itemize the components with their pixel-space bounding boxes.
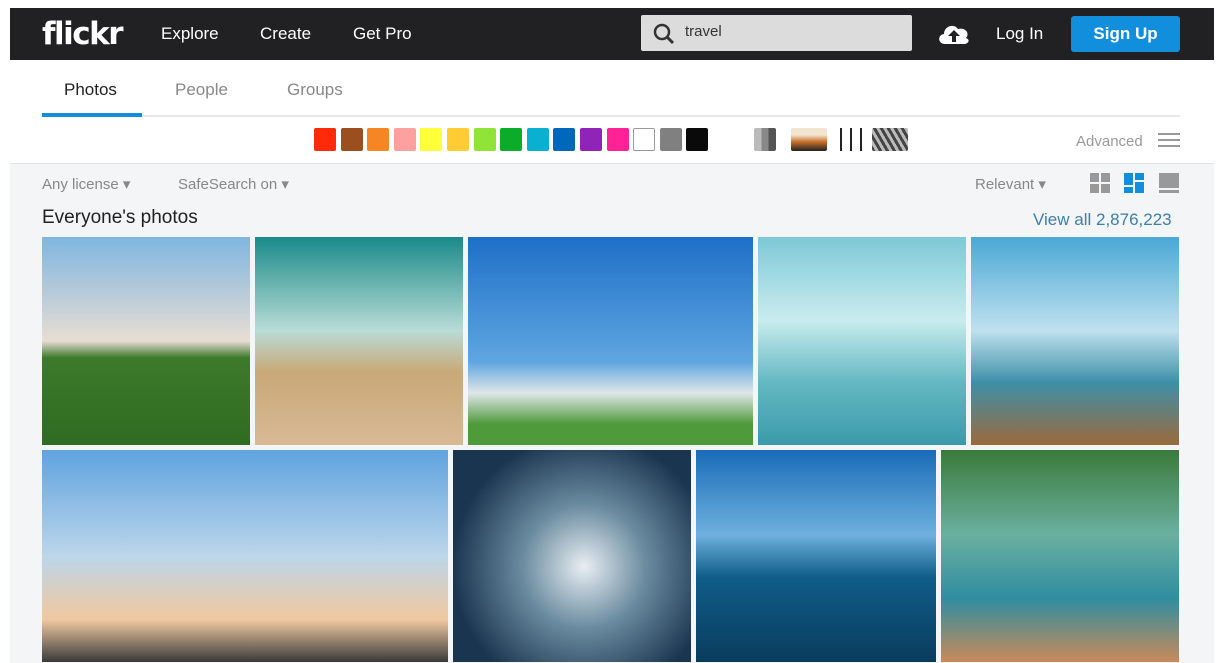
license-dropdown[interactable]: Any license ▾ xyxy=(42,175,130,193)
nav-create[interactable]: Create xyxy=(260,24,311,44)
color-filter-swatch[interactable] xyxy=(367,128,390,151)
color-filter-swatch[interactable] xyxy=(447,128,469,151)
tab-photos[interactable]: Photos xyxy=(64,80,117,100)
color-filter-swatch[interactable] xyxy=(393,128,416,151)
active-tab-indicator xyxy=(42,113,142,117)
photo-thumbnail[interactable] xyxy=(42,237,250,445)
sliders-icon[interactable] xyxy=(1158,130,1180,150)
color-filter-swatch[interactable] xyxy=(526,128,549,151)
color-filter-swatch[interactable] xyxy=(420,128,443,151)
section-title: Everyone's photos xyxy=(42,207,198,228)
login-link[interactable]: Log In xyxy=(996,24,1043,44)
safesearch-label: SafeSearch on xyxy=(178,176,278,193)
color-filter-swatch[interactable] xyxy=(314,128,336,151)
photo-thumbnail[interactable] xyxy=(758,237,966,445)
sort-label: Relevant xyxy=(975,176,1035,193)
photo-thumbnail[interactable] xyxy=(255,237,463,445)
color-filter-swatch[interactable] xyxy=(500,128,523,151)
color-filter-swatch[interactable] xyxy=(340,128,363,151)
top-nav: flickr Explore Create Get Pro Log In Sig… xyxy=(10,8,1214,60)
photo-thumbnail[interactable] xyxy=(971,237,1179,445)
photo-thumbnail[interactable] xyxy=(696,450,936,662)
tab-people[interactable]: People xyxy=(175,80,228,100)
style-patterns[interactable] xyxy=(872,128,908,151)
justified-view-icon[interactable] xyxy=(1124,173,1144,193)
nav-get-pro[interactable]: Get Pro xyxy=(353,24,412,44)
color-filter-swatch[interactable] xyxy=(633,128,656,151)
search-input[interactable] xyxy=(685,23,895,40)
color-filter-swatch[interactable] xyxy=(686,128,709,151)
photo-thumbnail[interactable] xyxy=(42,450,448,662)
tab-groups[interactable]: Groups xyxy=(287,80,343,100)
safesearch-dropdown[interactable]: SafeSearch on ▾ xyxy=(178,175,289,193)
photo-thumbnail[interactable] xyxy=(941,450,1179,662)
license-label: Any license xyxy=(42,176,119,193)
style-black-and-white[interactable] xyxy=(754,128,776,151)
grid-view-icon[interactable] xyxy=(1090,173,1110,193)
color-filter-swatch[interactable] xyxy=(606,128,629,151)
color-filter-swatch[interactable] xyxy=(659,128,682,151)
color-filter-swatch[interactable] xyxy=(580,128,602,151)
flickr-logo[interactable]: flickr xyxy=(42,16,124,52)
large-view-icon[interactable] xyxy=(1159,173,1179,193)
style-minimalist[interactable] xyxy=(832,128,868,151)
photo-thumbnail[interactable] xyxy=(453,450,691,662)
photo-thumbnail[interactable] xyxy=(468,237,753,445)
search-box[interactable] xyxy=(641,15,912,51)
view-all-link[interactable]: View all 2,876,223 xyxy=(1033,210,1172,230)
signup-button[interactable]: Sign Up xyxy=(1071,16,1180,52)
style-shallow-depth[interactable] xyxy=(791,128,827,151)
search-icon xyxy=(653,23,675,45)
color-filter-swatch[interactable] xyxy=(553,128,576,151)
upload-cloud-icon[interactable] xyxy=(936,20,972,46)
search-tabs: Photos People Groups xyxy=(42,60,1180,117)
advanced-link[interactable]: Advanced xyxy=(1076,133,1143,150)
color-filter-swatch[interactable] xyxy=(473,128,496,151)
nav-explore[interactable]: Explore xyxy=(161,24,219,44)
sort-dropdown[interactable]: Relevant ▾ xyxy=(975,175,1046,193)
